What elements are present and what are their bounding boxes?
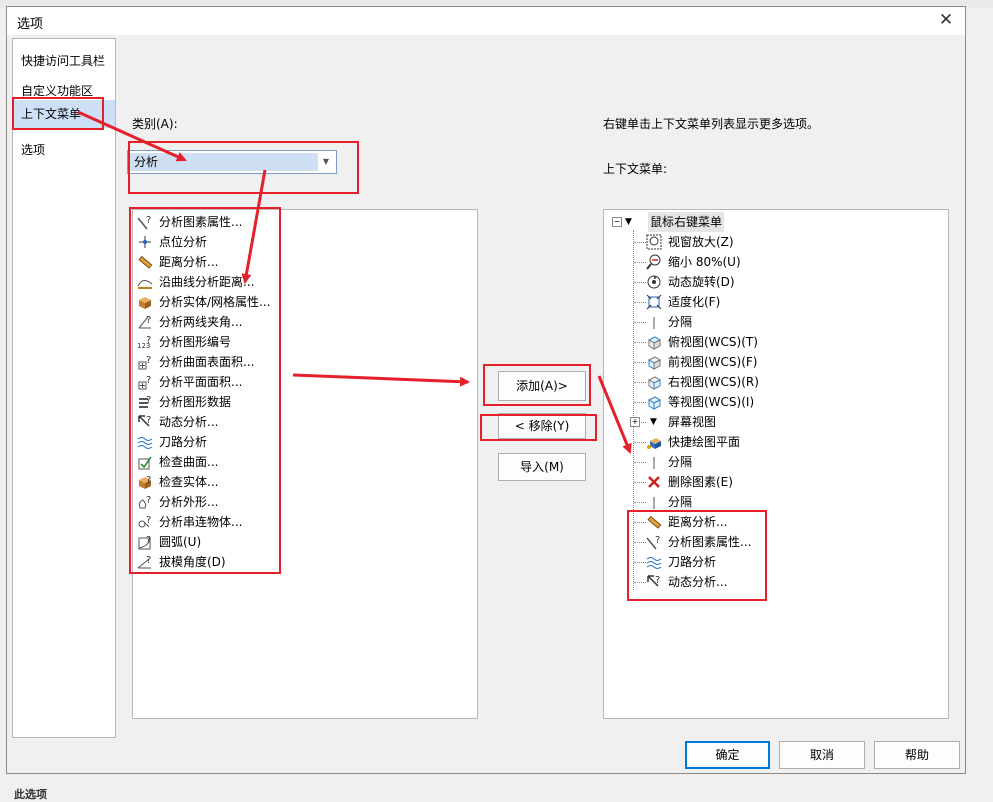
annotation-arrows	[77, 110, 632, 454]
